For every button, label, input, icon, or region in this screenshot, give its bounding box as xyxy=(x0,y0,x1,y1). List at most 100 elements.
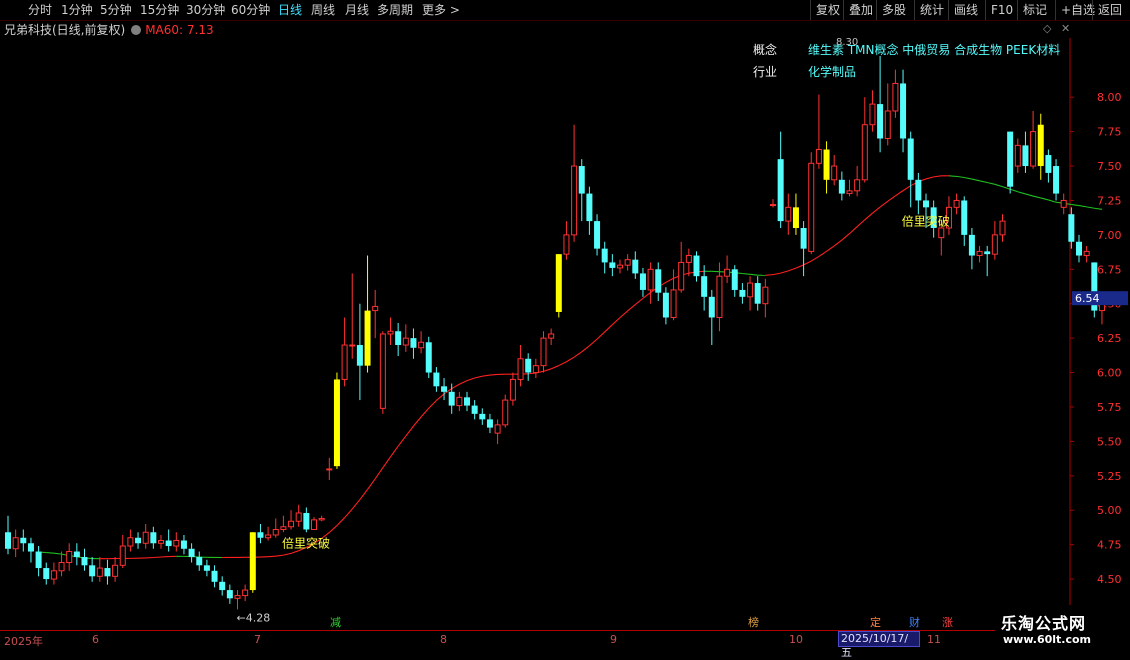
ma60-segment xyxy=(643,292,651,298)
ma60-segment xyxy=(429,400,437,408)
ma60-segment xyxy=(857,220,865,227)
indicator-toggle-icon[interactable] xyxy=(131,25,141,35)
event-marker[interactable]: 定 xyxy=(870,614,881,630)
period-tab[interactable]: 日线 xyxy=(278,2,302,18)
ma60-segment xyxy=(276,555,284,556)
toolbar-button[interactable]: 叠加 xyxy=(843,0,878,20)
candle-body xyxy=(181,541,187,549)
candle-body xyxy=(97,568,102,576)
event-marker[interactable]: 涨 xyxy=(942,614,953,630)
candle-body xyxy=(1038,125,1044,166)
candle-body xyxy=(59,563,64,571)
period-tab[interactable]: 30分钟 xyxy=(186,2,225,18)
candle-body xyxy=(395,331,401,345)
period-tab[interactable]: 15分钟 xyxy=(140,2,179,18)
toolbar-button[interactable]: F10 xyxy=(985,0,1018,20)
candlestick-chart[interactable]: 4.254.504.755.005.255.505.756.006.256.50… xyxy=(0,38,1130,630)
ma60-segment xyxy=(1071,204,1079,205)
ma60-segment xyxy=(345,509,353,518)
candle-body xyxy=(319,518,324,519)
candle-body xyxy=(771,205,776,206)
candle-body xyxy=(525,359,531,373)
candle-body xyxy=(594,221,600,249)
candle-body xyxy=(43,568,49,579)
candle-body xyxy=(273,529,278,535)
toolbar-button[interactable]: 返回 xyxy=(1092,0,1127,20)
ma60-segment xyxy=(459,381,467,385)
ma60-segment xyxy=(268,556,276,557)
overlap-text: 8.30 xyxy=(836,37,858,48)
candle-body xyxy=(939,228,944,238)
ma60-segment xyxy=(566,357,574,362)
candle-body xyxy=(74,552,80,558)
period-tab[interactable]: 60分钟 xyxy=(231,2,270,18)
candle-body xyxy=(609,262,615,268)
date-label: 6 xyxy=(92,633,99,646)
period-tab[interactable]: 更多 > xyxy=(422,2,460,18)
ma60-segment xyxy=(980,181,988,183)
candle-body xyxy=(174,541,179,547)
industry-text: 化学制品 xyxy=(808,63,856,80)
ma60-segment xyxy=(1025,194,1033,196)
event-marker[interactable]: 榜 xyxy=(748,614,759,630)
period-tab[interactable]: 分时 xyxy=(28,2,52,18)
period-tab[interactable]: 多周期 xyxy=(377,2,413,18)
candle-body xyxy=(204,565,210,571)
y-tick-label: 5.75 xyxy=(1097,401,1122,414)
candle-body xyxy=(1015,145,1020,166)
event-marker[interactable]: 减 xyxy=(330,614,341,630)
y-tick-label: 8.00 xyxy=(1097,91,1122,104)
candle-body xyxy=(1061,200,1066,207)
candle-body xyxy=(694,256,700,277)
candle-body xyxy=(419,342,424,348)
candle-body xyxy=(373,306,378,310)
period-tab[interactable]: 1分钟 xyxy=(61,2,93,18)
candle-body xyxy=(28,543,34,551)
period-tab[interactable]: 5分钟 xyxy=(100,2,132,18)
candle-body xyxy=(885,111,890,139)
period-tab[interactable]: 周线 xyxy=(311,2,335,18)
ma60-segment xyxy=(964,178,972,180)
candle-body xyxy=(701,276,707,297)
candle-body xyxy=(312,520,317,530)
ma60-segment xyxy=(612,318,620,325)
candle-body xyxy=(671,290,676,318)
candle-body xyxy=(403,338,408,345)
candle-body xyxy=(1076,242,1082,256)
toolbar-button[interactable]: 复权 xyxy=(810,0,845,20)
toolbar-button[interactable]: 标记 xyxy=(1017,0,1052,20)
ma60-segment xyxy=(750,274,758,275)
close-icon[interactable]: ✕ xyxy=(1061,22,1070,35)
period-tab[interactable]: 月线 xyxy=(345,2,369,18)
toolbar-button[interactable]: 统计 xyxy=(914,0,949,20)
diamond-icon[interactable]: ◇ xyxy=(1043,22,1051,35)
ma60-segment xyxy=(1010,189,1018,191)
period-toolbar: 分时 1分钟 5分钟 15分钟 30分钟 60分钟日线周线月线多周期更多 > 复权叠加多股统… xyxy=(0,0,1130,21)
candle-body xyxy=(327,469,332,470)
ma60-segment xyxy=(375,468,383,479)
candle-body xyxy=(5,532,11,549)
candle-body xyxy=(816,150,821,164)
toolbar-button[interactable]: 多股 xyxy=(876,0,911,20)
candle-body xyxy=(518,359,523,380)
candle-body xyxy=(82,557,88,565)
candle-body xyxy=(809,163,814,251)
ma60-segment xyxy=(788,268,796,271)
candle-body xyxy=(128,538,133,546)
ma60-segment xyxy=(475,376,483,378)
ma60-segment xyxy=(804,261,812,265)
candle-body xyxy=(342,345,347,379)
candle-body xyxy=(984,251,990,254)
candle-body xyxy=(334,379,340,466)
ma60-segment xyxy=(482,375,490,376)
ma60-segment xyxy=(391,446,399,457)
ma60-segment xyxy=(544,369,552,371)
y-tick-label: 5.50 xyxy=(1097,435,1122,448)
toolbar-button[interactable]: 画线 xyxy=(948,0,983,20)
y-tick-label: 4.75 xyxy=(1097,539,1122,552)
ma60-segment xyxy=(406,426,414,436)
event-marker[interactable]: 财 xyxy=(909,614,920,630)
ma60-segment xyxy=(1033,196,1041,198)
candle-body xyxy=(663,293,669,318)
ma60-segment xyxy=(1048,200,1056,202)
